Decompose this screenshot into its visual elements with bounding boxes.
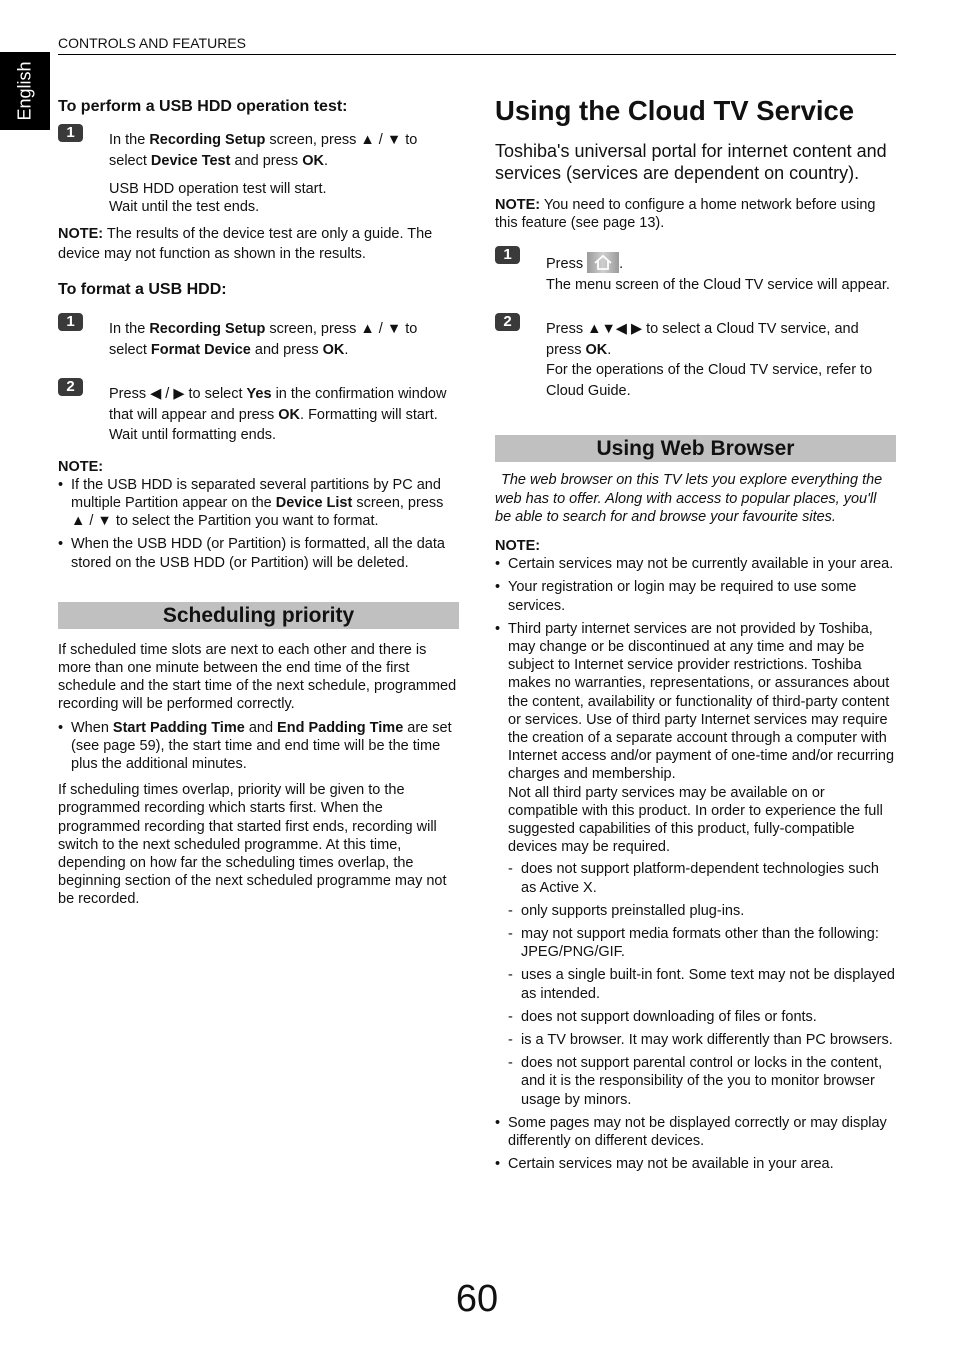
step-number-badge: 1 xyxy=(495,246,520,265)
format-note-label: NOTE: xyxy=(58,458,104,475)
step-instruction: In the Recording Setup screen, press ▲ /… xyxy=(109,321,418,358)
web-notes: Certain services may not be currently av… xyxy=(495,555,896,1174)
scheduling-bullets: When Start Padding Time and End Padding … xyxy=(58,719,459,774)
right-column: Using the Cloud TV Service Toshiba's uni… xyxy=(495,95,896,1178)
language-label: English xyxy=(14,61,35,121)
scheduling-para-2: If scheduling times overlap, priority wi… xyxy=(58,782,447,908)
step-result: USB HDD operation test will start. Wait u… xyxy=(109,181,327,215)
list-item: Your registration or login may be requir… xyxy=(495,578,896,614)
step-instruction: In the Recording Setup screen, press ▲ /… xyxy=(109,132,418,169)
list-item: does not support parental control or loc… xyxy=(508,1054,896,1109)
home-icon xyxy=(587,252,620,274)
step-number-badge: 1 xyxy=(58,124,83,142)
list-item: Certain services may not be available in… xyxy=(495,1155,896,1173)
web-browser-heading: Using Web Browser xyxy=(495,435,896,463)
step-instruction: Press . The menu screen of the Cloud TV s… xyxy=(546,252,890,295)
format-step-2: 2 Press ◀ / ▶ to select Yes in the confi… xyxy=(58,378,459,446)
cloud-tv-note: NOTE: You need to configure a home netwo… xyxy=(495,197,876,232)
page-number: 60 xyxy=(455,1278,499,1320)
web-browser-intro: The web browser on this TV lets you expl… xyxy=(495,472,883,526)
list-item: When the USB HDD (or Partition) is forma… xyxy=(58,535,459,571)
step-instruction: Press ◀ / ▶ to select Yes in the confirm… xyxy=(109,386,447,443)
list-item: Third party internet services are not pr… xyxy=(495,620,896,1109)
list-item: Some pages may not be displayed correctl… xyxy=(495,1114,896,1150)
list-item: uses a single built-in font. Some text m… xyxy=(508,966,896,1002)
list-item: may not support media formats other than… xyxy=(508,925,896,961)
list-item: does not support platform-dependent tech… xyxy=(508,860,896,896)
list-item: Certain services may not be currently av… xyxy=(495,555,896,573)
scheduling-para-1: If scheduled time slots are next to each… xyxy=(58,641,457,713)
running-head: CONTROLS AND FEATURES xyxy=(58,35,896,55)
step-number-badge: 2 xyxy=(495,313,520,332)
browser-limitations: does not support platform-dependent tech… xyxy=(508,860,896,1108)
cloud-tv-lead: Toshiba's universal portal for internet … xyxy=(495,141,887,183)
step-number-badge: 1 xyxy=(58,313,83,331)
format-notes: If the USB HDD is separated several part… xyxy=(58,476,459,572)
step-instruction: Press ▲▼◀ ▶ to select a Cloud TV service… xyxy=(546,321,873,399)
list-item: is a TV browser. It may work differently… xyxy=(508,1031,896,1049)
cloud-step-2: 2 Press ▲▼◀ ▶ to select a Cloud TV servi… xyxy=(495,313,896,401)
list-item: only supports preinstalled plug-ins. xyxy=(508,902,896,920)
format-heading: To format a USB HDD: xyxy=(58,281,227,298)
scheduling-priority-heading: Scheduling priority xyxy=(58,601,459,629)
usb-test-note: NOTE: The results of the device test are… xyxy=(58,226,433,262)
left-column: To perform a USB HDD operation test: 1 I… xyxy=(58,98,459,909)
list-item: does not support downloading of files or… xyxy=(508,1008,896,1026)
step-number-badge: 2 xyxy=(58,378,83,396)
language-tab: English xyxy=(0,52,50,130)
format-step-1: 1 In the Recording Setup screen, press ▲… xyxy=(58,313,459,360)
web-note-label: NOTE: xyxy=(495,537,541,554)
list-item: When Start Padding Time and End Padding … xyxy=(58,719,459,774)
usb-test-step-1: 1 In the Recording Setup screen, press ▲… xyxy=(58,124,459,216)
usb-test-heading: To perform a USB HDD operation test: xyxy=(58,98,348,115)
cloud-step-1: 1 Press . The menu screen of the Cloud TV… xyxy=(495,246,896,295)
list-item: If the USB HDD is separated several part… xyxy=(58,476,459,531)
cloud-tv-title: Using the Cloud TV Service xyxy=(495,95,855,126)
